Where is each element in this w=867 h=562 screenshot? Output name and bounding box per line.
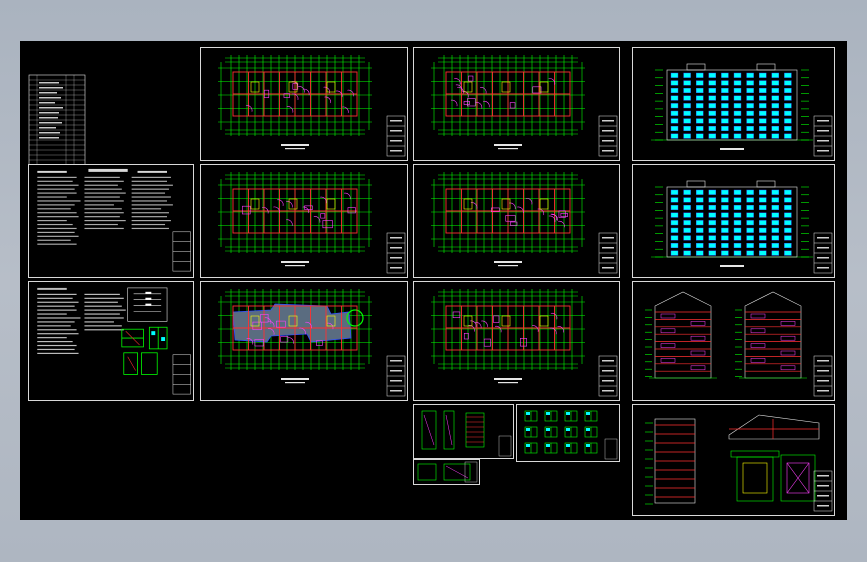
sheet-floor-plan-4[interactable]: [413, 47, 620, 161]
floor-plan-drawing: [431, 55, 618, 157]
sheet-floor-plan-6[interactable]: [413, 281, 620, 401]
sheet-sections[interactable]: [632, 281, 835, 401]
sheet-details-stair[interactable]: [413, 404, 514, 459]
sheet-drawing-index[interactable]: [28, 74, 86, 166]
detail-drawing: [524, 410, 618, 460]
sheet-floor-plan-1[interactable]: [200, 47, 408, 161]
design-notes-text: [37, 168, 191, 272]
drawing-index-table: [28, 74, 86, 166]
floor-plan-drawing: [218, 55, 406, 157]
sheet-details-large[interactable]: [632, 404, 835, 516]
floor-plan-drawing: [218, 289, 406, 397]
sheet-floor-plan-5[interactable]: [413, 164, 620, 278]
details-drawing: [645, 414, 833, 512]
sheet-details-windows[interactable]: [516, 404, 620, 462]
detail-drawing: [421, 410, 512, 457]
sheet-details-small-a[interactable]: [413, 459, 480, 485]
floor-plan-drawing: [218, 172, 406, 274]
detail-drawing: [417, 461, 478, 483]
sheet-floor-plan-3[interactable]: [200, 281, 408, 401]
floor-plan-drawing: [431, 172, 618, 274]
sheet-design-notes-2[interactable]: [28, 281, 194, 401]
elevation-drawing: [651, 180, 833, 274]
design-notes-details: [37, 287, 191, 395]
sheet-floor-plan-2[interactable]: [200, 164, 408, 278]
elevation-drawing: [651, 63, 833, 157]
cad-drawing-canvas[interactable]: [20, 41, 847, 520]
sheet-design-notes-1[interactable]: [28, 164, 194, 278]
sheet-elevation-front[interactable]: [632, 47, 835, 161]
floor-plan-drawing: [431, 289, 618, 397]
section-drawing: [645, 291, 833, 397]
sheet-elevation-back[interactable]: [632, 164, 835, 278]
